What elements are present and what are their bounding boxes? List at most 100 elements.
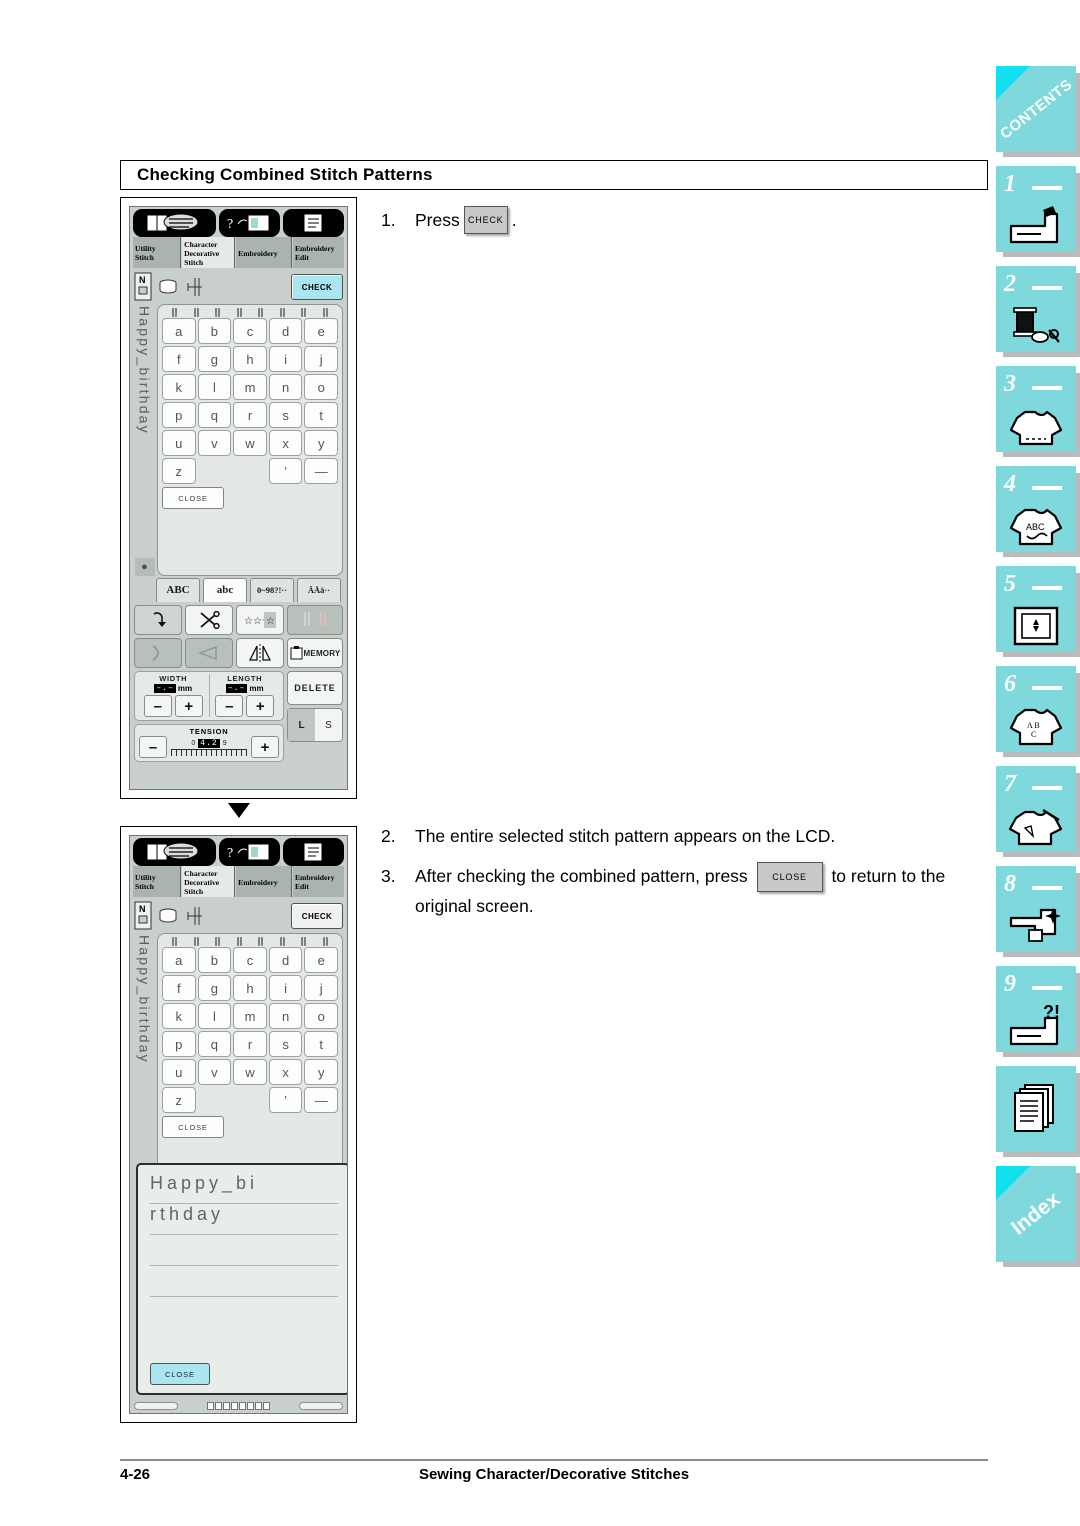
sidebar-tab-index[interactable]: Index bbox=[996, 1166, 1076, 1262]
tension-plus-button[interactable]: + bbox=[251, 736, 279, 758]
key-z[interactable]: z bbox=[162, 1087, 196, 1113]
size-toggle[interactable]: L S bbox=[287, 708, 343, 742]
key-apostrophe[interactable]: ’ bbox=[268, 1087, 303, 1113]
key-r[interactable]: r bbox=[233, 1031, 267, 1057]
check-button[interactable]: CHECK bbox=[291, 903, 343, 929]
key-q[interactable]: q bbox=[197, 402, 232, 428]
key-r[interactable]: r bbox=[233, 402, 267, 428]
embroidery-edit-icon[interactable] bbox=[282, 838, 344, 866]
key-k[interactable]: k bbox=[162, 1003, 196, 1029]
tab-utility-stitch[interactable]: Utility Stitch bbox=[133, 237, 182, 268]
tab-embroidery-edit[interactable]: Embroidery Edit bbox=[292, 866, 344, 897]
character-decorative-stitch-icon[interactable]: ? bbox=[218, 838, 280, 866]
key-k[interactable]: k bbox=[162, 374, 196, 400]
key-g[interactable]: g bbox=[197, 975, 232, 1001]
key-n[interactable]: n bbox=[268, 1003, 303, 1029]
auto-thread-button[interactable]: ☆☆☆ ☆ bbox=[236, 605, 284, 635]
key-p[interactable]: p bbox=[162, 402, 196, 428]
stitch-width-shift-button[interactable] bbox=[134, 638, 182, 668]
tab-character-decorative-stitch[interactable]: Character Decorative Stitch bbox=[182, 866, 236, 897]
vertical-mirror-button[interactable] bbox=[236, 638, 284, 668]
charset-tab-uppercase[interactable]: ABC bbox=[156, 578, 200, 602]
key-b[interactable]: b bbox=[197, 947, 232, 973]
tab-character-decorative-stitch[interactable]: Character Decorative Stitch bbox=[182, 237, 236, 268]
sidebar-tab-3[interactable]: 3 bbox=[996, 366, 1076, 452]
character-decorative-stitch-icon[interactable]: ? bbox=[218, 209, 280, 237]
keyboard-close-button[interactable]: CLOSE bbox=[162, 487, 224, 509]
sidebar-tab-1[interactable]: 1 bbox=[996, 166, 1076, 252]
key-m[interactable]: m bbox=[233, 374, 267, 400]
preview-close-button[interactable]: CLOSE bbox=[150, 1363, 210, 1385]
key-h[interactable]: h bbox=[233, 975, 267, 1001]
key-w[interactable]: w bbox=[233, 430, 267, 456]
key-e[interactable]: e bbox=[304, 947, 338, 973]
key-c[interactable]: c bbox=[233, 318, 267, 344]
key-x[interactable]: x bbox=[268, 1059, 303, 1085]
length-minus-button[interactable]: – bbox=[215, 695, 244, 717]
key-o[interactable]: o bbox=[304, 374, 338, 400]
charset-tab-lowercase[interactable]: abc bbox=[203, 578, 247, 602]
width-plus-button[interactable]: + bbox=[174, 695, 203, 717]
inline-close-button[interactable]: CLOSE bbox=[756, 862, 823, 893]
reverse-stitch-button[interactable] bbox=[134, 605, 182, 635]
key-b[interactable]: b bbox=[197, 318, 232, 344]
key-p[interactable]: p bbox=[162, 1031, 196, 1057]
key-e[interactable]: e bbox=[304, 318, 338, 344]
key-s[interactable]: s bbox=[268, 402, 303, 428]
key-c[interactable]: c bbox=[233, 947, 267, 973]
sidebar-tab-contents[interactable]: CONTENTS bbox=[996, 66, 1076, 152]
key-g[interactable]: g bbox=[197, 346, 232, 372]
mirror-image-button[interactable] bbox=[185, 638, 233, 668]
twin-needle-button[interactable] bbox=[287, 605, 343, 635]
scroll-right-pill[interactable] bbox=[299, 1401, 343, 1410]
sidebar-tab-8[interactable]: 8 bbox=[996, 866, 1076, 952]
key-w[interactable]: w bbox=[233, 1059, 267, 1085]
key-a[interactable]: a bbox=[162, 947, 196, 973]
key-u[interactable]: u bbox=[162, 1059, 196, 1085]
sidebar-tab-7[interactable]: 7 bbox=[996, 766, 1076, 852]
tab-embroidery[interactable]: Embroidery bbox=[236, 237, 292, 268]
key-y[interactable]: y bbox=[304, 430, 338, 456]
key-h[interactable]: h bbox=[233, 346, 267, 372]
sidebar-tab-5[interactable]: 5 bbox=[996, 566, 1076, 652]
thread-cutter-button[interactable] bbox=[185, 605, 233, 635]
delete-button[interactable]: DELETE bbox=[287, 671, 343, 705]
key-z[interactable]: z bbox=[162, 458, 196, 484]
key-i[interactable]: i bbox=[268, 346, 303, 372]
key-apostrophe[interactable]: ’ bbox=[268, 458, 303, 484]
charset-tab-numbers-symbols[interactable]: 0~9 8?!·· bbox=[250, 578, 294, 602]
size-large-option[interactable]: L bbox=[288, 709, 315, 741]
sidebar-tab-6[interactable]: 6 A B C bbox=[996, 666, 1076, 752]
key-l[interactable]: l bbox=[197, 1003, 232, 1029]
width-minus-button[interactable]: – bbox=[143, 695, 172, 717]
key-l[interactable]: l bbox=[197, 374, 232, 400]
key-f[interactable]: f bbox=[162, 346, 196, 372]
charset-tab-accented[interactable]: ÄÅä·· bbox=[297, 578, 341, 602]
key-i[interactable]: i bbox=[268, 975, 303, 1001]
key-d[interactable]: d bbox=[268, 947, 303, 973]
key-underscore[interactable]: — bbox=[304, 458, 338, 484]
key-f[interactable]: f bbox=[162, 975, 196, 1001]
utility-stitch-icon[interactable] bbox=[133, 838, 216, 866]
memory-button[interactable]: MEMORY bbox=[287, 638, 343, 668]
inline-check-button[interactable]: CHECK bbox=[463, 206, 508, 234]
key-v[interactable]: v bbox=[197, 1059, 232, 1085]
length-plus-button[interactable]: + bbox=[246, 695, 275, 717]
key-q[interactable]: q bbox=[197, 1031, 232, 1057]
key-u[interactable]: u bbox=[162, 430, 196, 456]
scroll-left-pill[interactable] bbox=[134, 1401, 178, 1410]
key-t[interactable]: t bbox=[304, 402, 338, 428]
key-underscore[interactable]: — bbox=[304, 1087, 338, 1113]
size-small-option[interactable]: S bbox=[315, 709, 342, 741]
key-t[interactable]: t bbox=[304, 1031, 338, 1057]
key-d[interactable]: d bbox=[268, 318, 303, 344]
key-s[interactable]: s bbox=[268, 1031, 303, 1057]
key-a[interactable]: a bbox=[162, 318, 196, 344]
key-j[interactable]: j bbox=[304, 975, 338, 1001]
keyboard-close-button[interactable]: CLOSE bbox=[162, 1116, 224, 1138]
key-o[interactable]: o bbox=[304, 1003, 338, 1029]
tab-embroidery[interactable]: Embroidery bbox=[236, 866, 292, 897]
check-button[interactable]: CHECK bbox=[291, 274, 343, 300]
key-y[interactable]: y bbox=[304, 1059, 338, 1085]
tension-minus-button[interactable]: – bbox=[139, 736, 167, 758]
